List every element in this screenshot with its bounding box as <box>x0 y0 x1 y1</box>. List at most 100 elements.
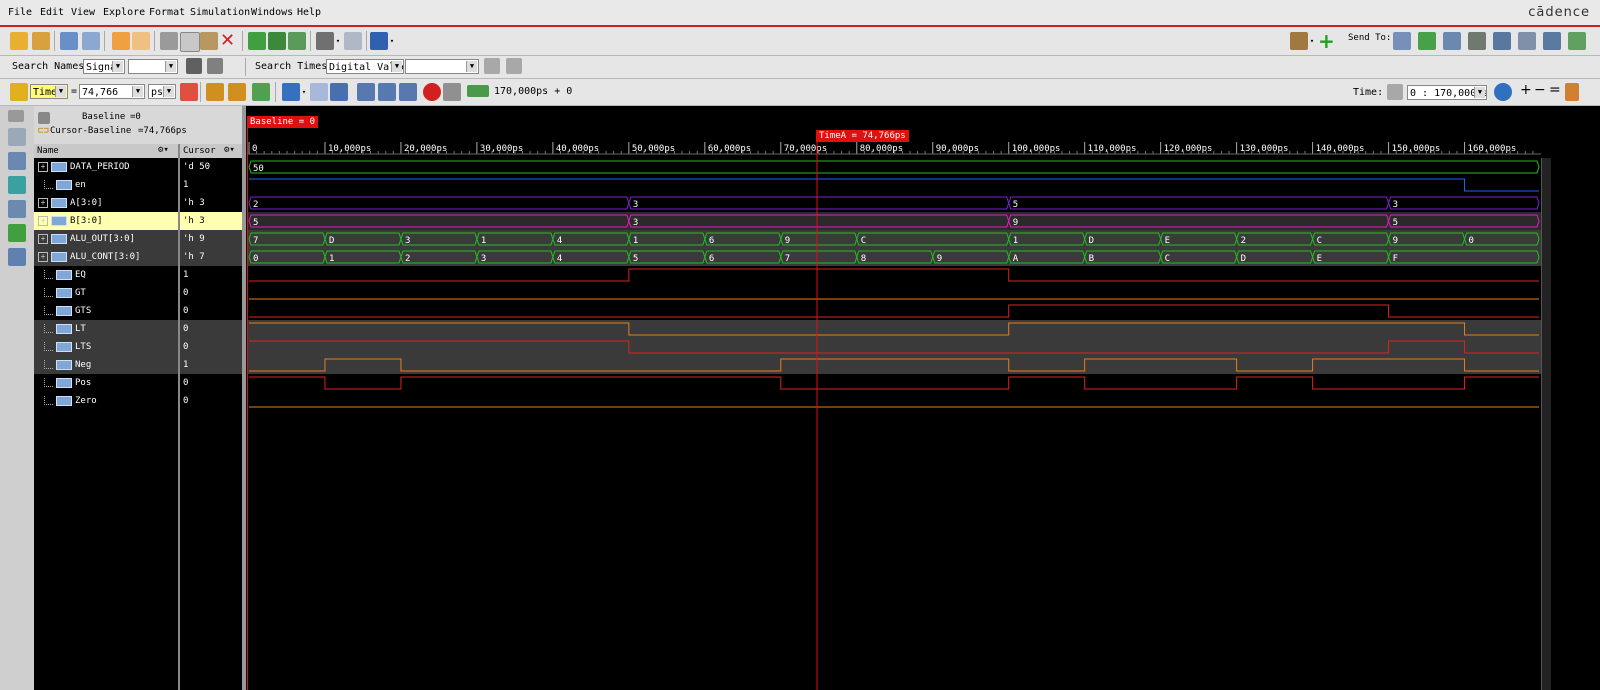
zoom-out-icon[interactable]: − <box>1534 83 1546 101</box>
search-names-input[interactable]: ▼ <box>128 59 178 74</box>
search-time-prev-icon[interactable] <box>484 58 500 74</box>
cursor-time-input[interactable]: 74,766 ▼ <box>79 84 145 99</box>
run-icon[interactable] <box>282 83 300 101</box>
send-to-table-icon[interactable] <box>1518 32 1536 50</box>
browse-icon[interactable] <box>8 128 26 146</box>
timea-marker-label[interactable]: TimeA = 74,766ps <box>816 130 909 142</box>
signal-list-icon[interactable] <box>8 152 26 170</box>
expand-icon[interactable]: + <box>38 215 48 226</box>
send-to-memory-icon[interactable] <box>1568 32 1586 50</box>
baseline-icon[interactable] <box>38 112 50 124</box>
redo-icon[interactable] <box>132 32 150 50</box>
cursor-select[interactable]: TimeA ▼ <box>30 84 68 99</box>
send-to-source-icon[interactable] <box>1493 32 1511 50</box>
cursor-unit-select[interactable]: ps ▼ <box>148 84 176 99</box>
clone-window-icon[interactable] <box>82 32 100 50</box>
create-mapping-icon[interactable] <box>288 32 306 50</box>
signal-row[interactable]: + ALU_CONT[3:0] <box>34 248 178 266</box>
zoom-marker-range-icon[interactable] <box>1565 83 1579 101</box>
send-to-browser-icon[interactable] <box>1393 32 1411 50</box>
expand-icon[interactable]: + <box>38 161 48 172</box>
step-icon[interactable] <box>357 83 375 101</box>
signal-row[interactable]: Neg <box>34 356 178 374</box>
waveform-pane[interactable]: 0 10,000ps 20,000ps 30,000ps 40,000ps 50,000p… <box>247 106 1541 690</box>
pane-splitter[interactable] <box>242 106 246 690</box>
search-names-next-icon[interactable] <box>207 58 223 74</box>
signal-row[interactable]: Pos <box>34 374 178 392</box>
signal-row[interactable]: LTS <box>34 338 178 356</box>
create-bus-icon[interactable] <box>268 32 286 50</box>
reload-icon[interactable] <box>32 32 50 50</box>
expand-icon[interactable] <box>8 224 26 242</box>
menu-edit[interactable]: Edit <box>40 7 64 18</box>
search-times-input[interactable]: ▼ <box>405 59 479 74</box>
delete-icon[interactable]: ✕ <box>220 32 238 50</box>
pause-icon[interactable] <box>310 83 328 101</box>
baseline-marker-label[interactable]: Baseline = 0 <box>247 116 319 128</box>
zoom-equal-icon[interactable]: = <box>1549 83 1561 101</box>
zoom-in-icon[interactable]: + <box>1520 83 1532 101</box>
signal-row[interactable]: + DATA_PERIOD <box>34 158 178 176</box>
package-icon[interactable] <box>1290 32 1308 50</box>
zoom-fit-icon[interactable] <box>1494 83 1512 101</box>
signal-row[interactable]: LT <box>34 320 178 338</box>
expand-icon[interactable]: + <box>38 197 48 208</box>
name-column-header[interactable]: Name ⚙▾ <box>34 144 180 158</box>
signal-row[interactable]: GTS <box>34 302 178 320</box>
signal-row[interactable]: + ALU_OUT[3:0] <box>34 230 178 248</box>
group-icon[interactable] <box>8 200 26 218</box>
menu-view[interactable]: View <box>71 7 95 18</box>
signal-row[interactable]: + B[3:0] <box>34 212 178 230</box>
menu-windows[interactable]: Windows <box>251 7 293 18</box>
add-icon[interactable]: + <box>1318 31 1336 51</box>
menu-file[interactable]: File <box>8 7 32 18</box>
zoom-marker-icon[interactable] <box>180 83 198 101</box>
copy-icon[interactable] <box>180 32 200 52</box>
signal-row[interactable]: en <box>34 176 178 194</box>
insert-icon[interactable] <box>8 176 26 194</box>
record-icon[interactable] <box>423 83 441 101</box>
prev-edge-icon[interactable] <box>206 83 224 101</box>
expand-icon[interactable]: + <box>38 233 48 244</box>
signal-row[interactable]: EQ <box>34 266 178 284</box>
cursor-column-header[interactable]: Cursor ⚙▾ <box>180 144 242 158</box>
search-names-type-select[interactable]: Signal ▼ <box>83 59 125 74</box>
send-to-schematic-icon[interactable] <box>1443 32 1461 50</box>
time-range-input[interactable]: 0 : 170,000ps ▼ <box>1407 85 1487 100</box>
undo-icon[interactable] <box>112 32 130 50</box>
window-type-icon[interactable] <box>370 32 388 50</box>
column-menu-icon[interactable]: ⚙▾ <box>224 145 235 155</box>
find-edge-icon[interactable] <box>252 83 270 101</box>
new-window-icon[interactable] <box>60 32 78 50</box>
create-group-icon[interactable] <box>248 32 266 50</box>
schematic-icon[interactable] <box>344 32 362 50</box>
cut-icon[interactable] <box>160 32 178 50</box>
chevron-down-icon[interactable]: ▾ <box>300 88 308 96</box>
paste-icon[interactable] <box>200 32 218 50</box>
signal-row[interactable]: Zero <box>34 392 178 410</box>
menu-simulation[interactable]: Simulation <box>190 7 250 18</box>
find-icon[interactable] <box>316 32 334 50</box>
send-to-register-icon[interactable] <box>1468 32 1486 50</box>
signal-row[interactable]: + A[3:0] <box>34 194 178 212</box>
chevron-down-icon[interactable]: ▾ <box>388 37 396 45</box>
search-time-next-icon[interactable] <box>506 58 522 74</box>
signal-row[interactable]: GT <box>34 284 178 302</box>
send-to-waveform-icon[interactable] <box>1418 32 1436 50</box>
baseline-value[interactable]: =0 <box>130 112 141 122</box>
next-edge-icon[interactable] <box>228 83 246 101</box>
stop-record-icon[interactable] <box>443 83 461 101</box>
time-range-icon[interactable] <box>1387 84 1403 100</box>
step-into-icon[interactable] <box>378 83 396 101</box>
rewind-icon[interactable] <box>330 83 348 101</box>
search-times-type-select[interactable]: Digital Value ▼ <box>326 59 404 74</box>
chevron-down-icon[interactable]: ▾ <box>334 37 342 45</box>
menu-help[interactable]: Help <box>297 7 321 18</box>
menu-format[interactable]: Format <box>149 7 185 18</box>
close-panel-icon[interactable] <box>8 110 24 122</box>
column-menu-icon[interactable]: ⚙▾ <box>158 145 169 155</box>
step-out-icon[interactable] <box>399 83 417 101</box>
open-database-icon[interactable] <box>10 32 28 50</box>
send-to-list-icon[interactable] <box>1543 32 1561 50</box>
expand-icon[interactable]: + <box>38 251 48 262</box>
